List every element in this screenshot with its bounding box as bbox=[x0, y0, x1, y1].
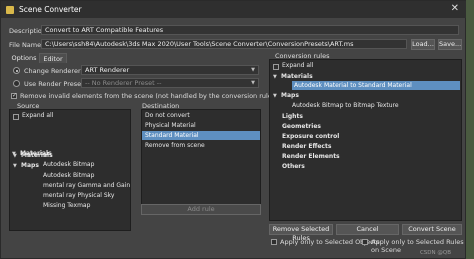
use-preset-radio[interactable] bbox=[13, 80, 20, 87]
source-tree: ▼ Materials bbox=[9, 109, 131, 231]
list-item-label: Materials bbox=[281, 73, 313, 80]
list-item[interactable]: ▼ Materials bbox=[273, 72, 313, 81]
app-icon bbox=[6, 5, 14, 14]
conversion-rules-panel: Expand all ▼ Materials Autodesk Material … bbox=[269, 59, 462, 221]
window-title: Scene Converter bbox=[19, 5, 82, 14]
add-rule-button[interactable]: Add rule bbox=[141, 204, 261, 215]
file-name-field[interactable]: C:\Users\ssh84\Autodesk\3ds Max 2020\Use… bbox=[41, 39, 407, 49]
list-item[interactable]: Render Elements bbox=[282, 152, 340, 161]
apply-selected-rules-checkbox[interactable] bbox=[362, 239, 368, 245]
save-button[interactable]: Save... bbox=[438, 39, 462, 50]
destination-panel: Do not convert Physical Material Standar… bbox=[141, 109, 261, 213]
tab-options[interactable]: Options bbox=[9, 53, 39, 63]
scene-converter-window: Scene Converter ✕ Description Convert to… bbox=[0, 0, 467, 259]
list-item[interactable]: ▼ Maps bbox=[273, 91, 299, 100]
destination-item[interactable]: Do not convert bbox=[142, 111, 260, 120]
rules-expand-all-checkbox[interactable] bbox=[273, 64, 279, 70]
load-button[interactable]: Load... bbox=[411, 39, 435, 50]
list-item[interactable]: Lights bbox=[282, 112, 303, 121]
renderer-select[interactable]: ART Renderer ▼ bbox=[81, 65, 259, 75]
destination-item[interactable]: Remove from scene bbox=[142, 141, 260, 150]
preset-select-value: -- No Renderer Preset -- bbox=[85, 79, 162, 87]
list-item[interactable]: Autodesk Bitmap to Bitmap Texture bbox=[292, 101, 399, 110]
chevron-down-icon: ▼ bbox=[273, 93, 277, 99]
file-name-label: File Name bbox=[9, 41, 42, 49]
chevron-down-icon: ▼ bbox=[12, 151, 16, 157]
chevron-down-icon: ▼ bbox=[273, 74, 277, 80]
preset-select[interactable]: -- No Renderer Preset -- ▼ bbox=[81, 78, 259, 88]
chevron-down-icon: ▼ bbox=[251, 67, 255, 73]
use-preset-label: Use Render Preset: bbox=[24, 80, 86, 88]
watermark: CSDN @QB bbox=[419, 250, 451, 256]
list-item[interactable]: Exposure control bbox=[282, 132, 339, 141]
convert-scene-button[interactable]: Convert Scene bbox=[402, 224, 462, 235]
list-item[interactable]: Render Effects bbox=[282, 142, 331, 151]
close-icon[interactable]: ✕ bbox=[451, 4, 459, 14]
cancel-button[interactable]: Cancel bbox=[336, 224, 399, 235]
apply-selected-objects-checkbox[interactable] bbox=[271, 239, 277, 245]
description-field[interactable]: Convert to ART Compatible Features bbox=[41, 25, 459, 35]
renderer-select-value: ART Renderer bbox=[85, 66, 130, 74]
list-item[interactable]: Autodesk Material to Standard Material bbox=[292, 81, 460, 90]
title-bar: Scene Converter ✕ bbox=[1, 1, 467, 18]
remove-invalid-label: Remove invalid elements from the scene (… bbox=[20, 92, 278, 100]
destination-item[interactable]: Physical Material bbox=[142, 121, 260, 130]
tab-editor[interactable]: Editor bbox=[39, 53, 67, 63]
destination-item[interactable]: Standard Material bbox=[142, 131, 260, 140]
change-renderer-radio[interactable] bbox=[13, 67, 20, 74]
remove-invalid-checkbox[interactable] bbox=[11, 92, 17, 99]
list-item[interactable]: Geometries bbox=[282, 122, 321, 131]
list-item[interactable]: ▼ Materials bbox=[12, 149, 52, 158]
list-item[interactable]: Others bbox=[282, 162, 305, 171]
remove-selected-rules-button[interactable]: Remove Selected Rules bbox=[269, 224, 333, 242]
rules-expand-all-label: Expand all bbox=[282, 62, 314, 69]
background-strip bbox=[466, 0, 474, 259]
chevron-down-icon: ▼ bbox=[251, 80, 255, 86]
list-item-label: Maps bbox=[281, 92, 299, 99]
list-item-label: Materials bbox=[20, 150, 52, 157]
